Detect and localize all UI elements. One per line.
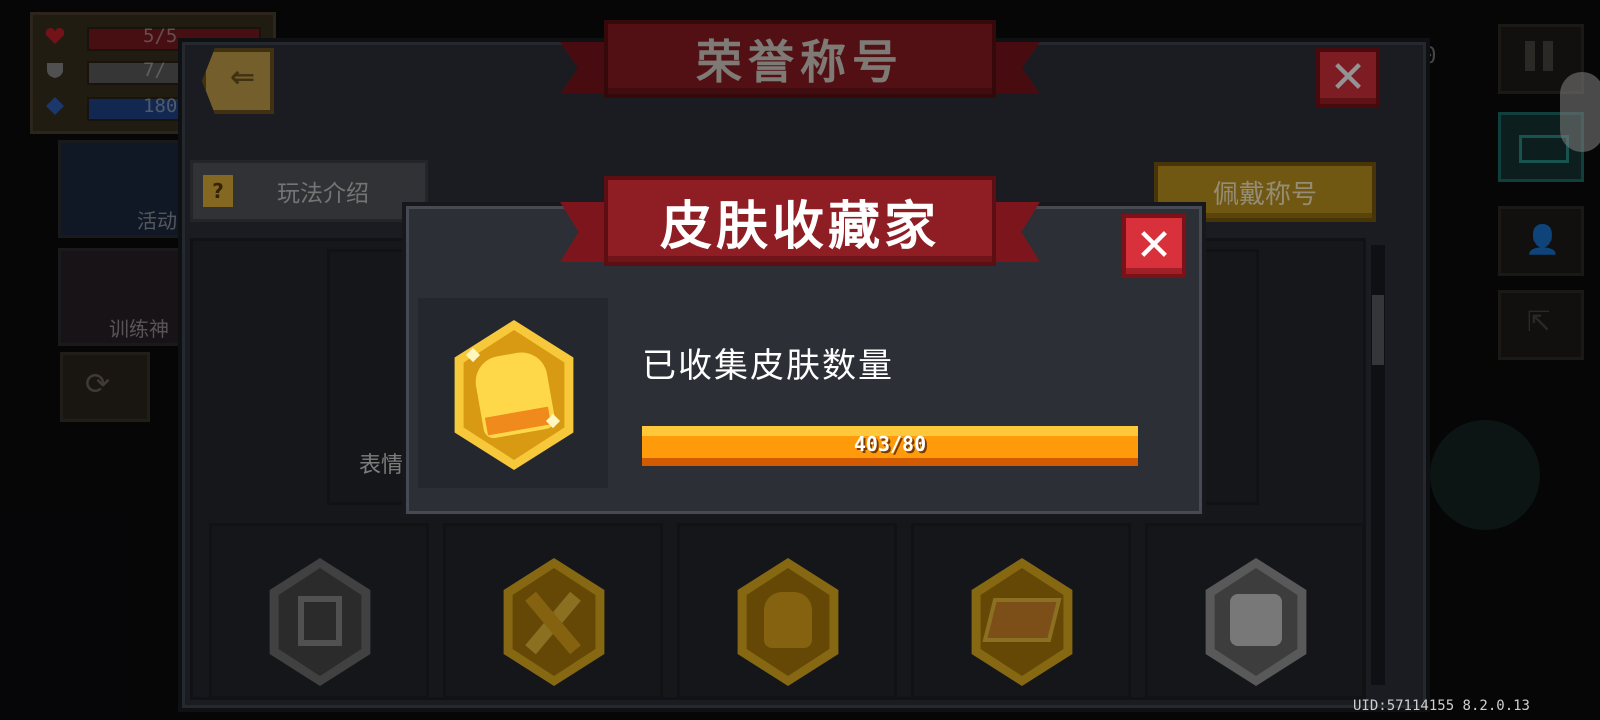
close-icon: ✕ (1135, 220, 1173, 271)
uid-version-text: UID:57114155 8.2.0.13 (1352, 698, 1530, 714)
dialog-close-button[interactable]: ✕ (1122, 214, 1186, 278)
dialog-title-banner: 皮肤收藏家 (560, 176, 1040, 276)
progress-text: 403/80 (853, 432, 927, 456)
dialog-title: 皮肤收藏家 (659, 196, 940, 257)
skin-collector-badge-icon (454, 320, 574, 470)
progress-bar: 403/80 (642, 426, 1138, 466)
progress-label: 已收集皮肤数量 (642, 346, 894, 386)
badge-frame (418, 298, 608, 488)
